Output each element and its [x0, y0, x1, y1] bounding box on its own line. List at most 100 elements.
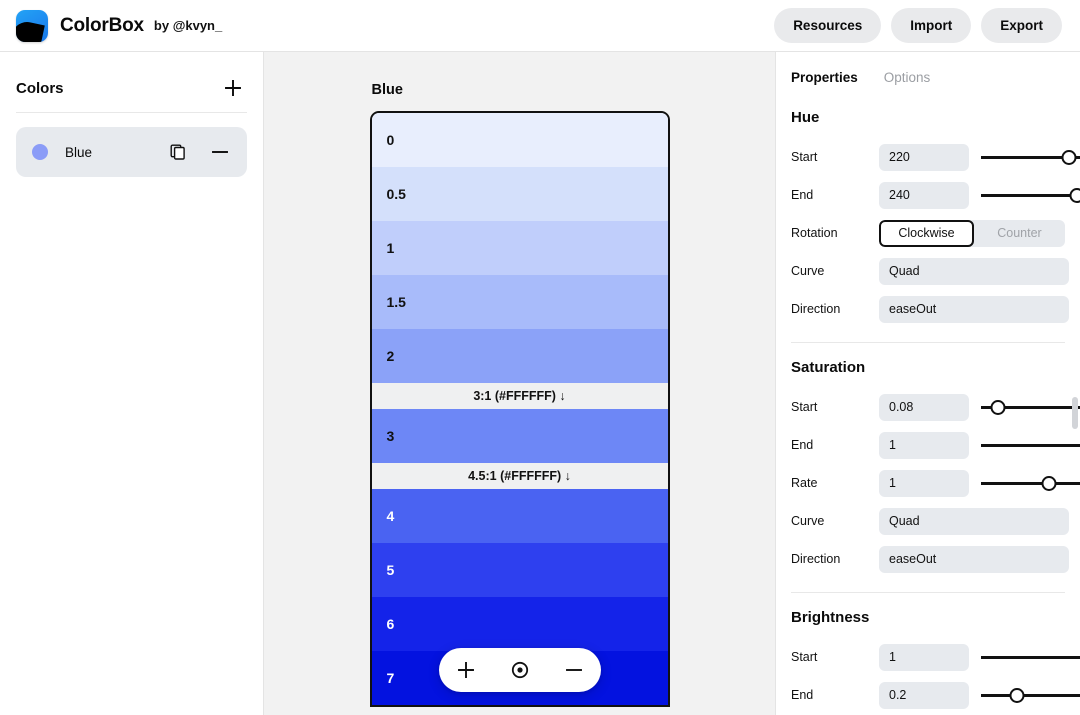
ramp-swatch-label: 2	[387, 348, 395, 364]
ramp-swatch-label: 7	[387, 670, 395, 686]
property-label: Curve	[791, 514, 879, 528]
property-slider-start[interactable]	[981, 644, 1065, 671]
property-label: End	[791, 438, 879, 452]
slider-track	[981, 694, 1080, 697]
import-button[interactable]: Import	[891, 8, 971, 43]
zoom-in-button[interactable]	[446, 650, 486, 690]
app-header: ColorBox by @kvyn_ Resources Import Expo…	[0, 0, 1080, 52]
ramp-swatch-label: 5	[387, 562, 395, 578]
ramp-title: Blue	[372, 82, 670, 98]
property-select-curve[interactable]: Quad	[879, 508, 1069, 535]
minus-icon	[565, 661, 583, 679]
tab-properties[interactable]: Properties	[791, 70, 858, 85]
ramp-swatch-row[interactable]: 0.5	[372, 167, 668, 221]
ramp-swatch-row[interactable]: 5	[372, 543, 668, 597]
property-select-direction[interactable]: easeOut	[879, 296, 1069, 323]
slider-thumb[interactable]	[991, 400, 1006, 415]
colors-sidebar: Colors Blue	[0, 52, 264, 715]
section-title-brightness: Brightness	[791, 609, 1065, 626]
rotation-option-counter[interactable]: Counter	[974, 220, 1065, 247]
section-divider	[791, 342, 1065, 343]
property-label: Start	[791, 150, 879, 164]
property-row: End0.2	[791, 680, 1065, 710]
property-select-direction[interactable]: easeOut	[879, 546, 1069, 573]
brand-byline: by @kvyn_	[154, 18, 222, 33]
property-row: CurveQuad	[791, 506, 1065, 536]
page-title: Colors	[16, 80, 64, 97]
slider-track	[981, 194, 1080, 197]
panel-scrollbar[interactable]	[1072, 397, 1078, 429]
property-input-start[interactable]: 0.08	[879, 394, 969, 421]
property-row: DirectioneaseOut	[791, 544, 1065, 574]
property-label: Start	[791, 400, 879, 414]
zoom-out-button[interactable]	[554, 650, 594, 690]
tab-options[interactable]: Options	[884, 70, 931, 85]
ramp-swatch-row[interactable]: 0	[372, 113, 668, 167]
header-actions: Resources Import Export	[774, 8, 1062, 43]
ramp-swatch-row[interactable]: 6	[372, 597, 668, 651]
property-slider-end[interactable]	[981, 432, 1065, 459]
brand: ColorBox by @kvyn_	[16, 10, 222, 42]
ramp-wrapper: Blue 0 0.5 1 1.5 2 3:1 (#FFFFFF) ↓ 3 4.5:1 (#FF…	[370, 82, 670, 707]
plus-icon	[223, 78, 243, 98]
property-row: CurveQuad	[791, 256, 1065, 286]
ramp-swatch-row[interactable]: 4	[372, 489, 668, 543]
property-row: Start0.08	[791, 392, 1065, 422]
property-slider-start[interactable]	[981, 144, 1065, 171]
sidebar-divider	[16, 112, 247, 113]
property-input-start[interactable]: 1	[879, 644, 969, 671]
rotation-option-clockwise[interactable]: Clockwise	[879, 220, 974, 247]
slider-track	[981, 656, 1080, 659]
slider-thumb[interactable]	[1010, 688, 1025, 703]
add-color-button[interactable]	[221, 76, 245, 100]
ramp-swatch-row[interactable]: 3	[372, 409, 668, 463]
property-label: Rate	[791, 476, 879, 490]
property-row: RotationClockwiseCounter	[791, 218, 1065, 248]
property-input-end[interactable]: 240	[879, 182, 969, 209]
list-item-label: Blue	[65, 145, 92, 160]
slider-thumb[interactable]	[1062, 150, 1077, 165]
resources-button[interactable]: Resources	[774, 8, 881, 43]
color-swatch-icon	[32, 144, 48, 160]
ramp-swatch-label: 1	[387, 240, 395, 256]
ramp-swatch-label: 0.5	[387, 186, 406, 202]
panel-tabs: Properties Options	[791, 52, 1065, 101]
ramp-swatch-label: 3	[387, 428, 395, 444]
ramp-swatch-label: 6	[387, 616, 395, 632]
ramp-swatch-row[interactable]: 2	[372, 329, 668, 383]
export-button[interactable]: Export	[981, 8, 1062, 43]
slider-track	[981, 444, 1080, 447]
property-input-rate[interactable]: 1	[879, 470, 969, 497]
ramp-swatch-row[interactable]: 1.5	[372, 275, 668, 329]
ramp-canvas: Blue 0 0.5 1 1.5 2 3:1 (#FFFFFF) ↓ 3 4.5:1 (#FF…	[264, 52, 775, 715]
ramp-swatch-label: 1.5	[387, 294, 406, 310]
property-row: Start220	[791, 142, 1065, 172]
minus-icon	[211, 143, 229, 161]
property-row: End240	[791, 180, 1065, 210]
color-ramp: 0 0.5 1 1.5 2 3:1 (#FFFFFF) ↓ 3 4.5:1 (#FFFFFF)…	[370, 111, 670, 707]
property-input-end[interactable]: 1	[879, 432, 969, 459]
section-title-hue: Hue	[791, 109, 1065, 126]
ramp-swatch-label: 0	[387, 132, 395, 148]
ramp-swatch-row[interactable]: 1	[372, 221, 668, 275]
contrast-marker-row[interactable]: 4.5:1 (#FFFFFF) ↓	[372, 463, 668, 489]
slider-thumb[interactable]	[1069, 188, 1080, 203]
plus-icon	[457, 661, 475, 679]
property-slider-end[interactable]	[981, 182, 1065, 209]
slider-thumb[interactable]	[1042, 476, 1057, 491]
property-slider-start[interactable]	[981, 394, 1065, 421]
property-row: Rate1	[791, 468, 1065, 498]
property-slider-end[interactable]	[981, 682, 1065, 709]
property-select-curve[interactable]: Quad	[879, 258, 1069, 285]
property-slider-rate[interactable]	[981, 470, 1065, 497]
duplicate-color-button[interactable]	[168, 142, 188, 162]
property-label: Curve	[791, 264, 879, 278]
property-input-start[interactable]: 220	[879, 144, 969, 171]
property-label: Rotation	[791, 226, 879, 240]
reset-view-button[interactable]	[500, 650, 540, 690]
contrast-label: 4.5:1 (#FFFFFF) ↓	[468, 469, 571, 483]
remove-color-button[interactable]	[209, 141, 231, 163]
list-item[interactable]: Blue	[16, 127, 247, 177]
property-input-end[interactable]: 0.2	[879, 682, 969, 709]
contrast-marker-row[interactable]: 3:1 (#FFFFFF) ↓	[372, 383, 668, 409]
